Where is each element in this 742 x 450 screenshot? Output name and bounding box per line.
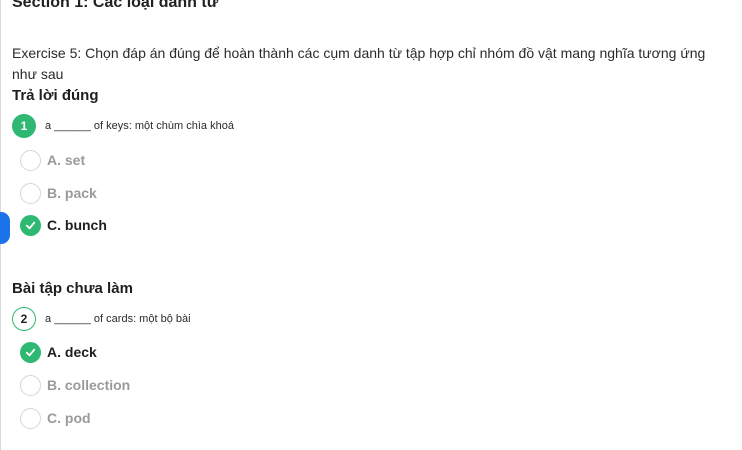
current-question-marker <box>0 212 10 244</box>
group-heading-not-done: Bài tập chưa làm <box>12 280 133 297</box>
option-c[interactable]: C. pod <box>20 406 91 430</box>
radio-empty-icon[interactable] <box>20 407 41 429</box>
group-heading-answered-correct: Trả lời đúng <box>12 87 99 104</box>
exercise-instruction: Exercise 5: Chọn đáp án đúng để hoàn thà… <box>12 45 706 82</box>
option-a[interactable]: A. deck <box>20 340 97 364</box>
section-title: Section 1: Các loại danh từ <box>12 0 219 11</box>
question-row: 1 a ______ of keys: một chùm chìa khoá <box>12 113 234 139</box>
radio-empty-icon[interactable] <box>20 374 41 396</box>
option-b[interactable]: B. collection <box>20 373 130 397</box>
question-text: a ______ of cards: một bộ bài <box>45 313 191 325</box>
option-a[interactable]: A. set <box>20 148 85 172</box>
radio-empty-icon[interactable] <box>20 182 41 204</box>
question-text: a ______ of keys: một chùm chìa khoá <box>45 120 234 132</box>
question-number-badge: 1 <box>12 114 36 138</box>
option-label: B. collection <box>47 377 131 393</box>
check-icon[interactable] <box>20 214 41 236</box>
option-label: A. deck <box>47 344 97 360</box>
option-c[interactable]: C. bunch <box>20 213 107 237</box>
question-number-badge: 2 <box>12 307 36 331</box>
option-b[interactable]: B. pack <box>20 181 97 205</box>
option-label: A. set <box>47 152 86 168</box>
question-row: 2 a ______ of cards: một bộ bài <box>12 306 191 332</box>
option-label: C. pod <box>47 410 91 426</box>
check-icon[interactable] <box>20 341 41 363</box>
option-label: C. bunch <box>47 217 107 233</box>
option-label: B. pack <box>47 185 97 201</box>
radio-empty-icon[interactable] <box>20 149 41 171</box>
